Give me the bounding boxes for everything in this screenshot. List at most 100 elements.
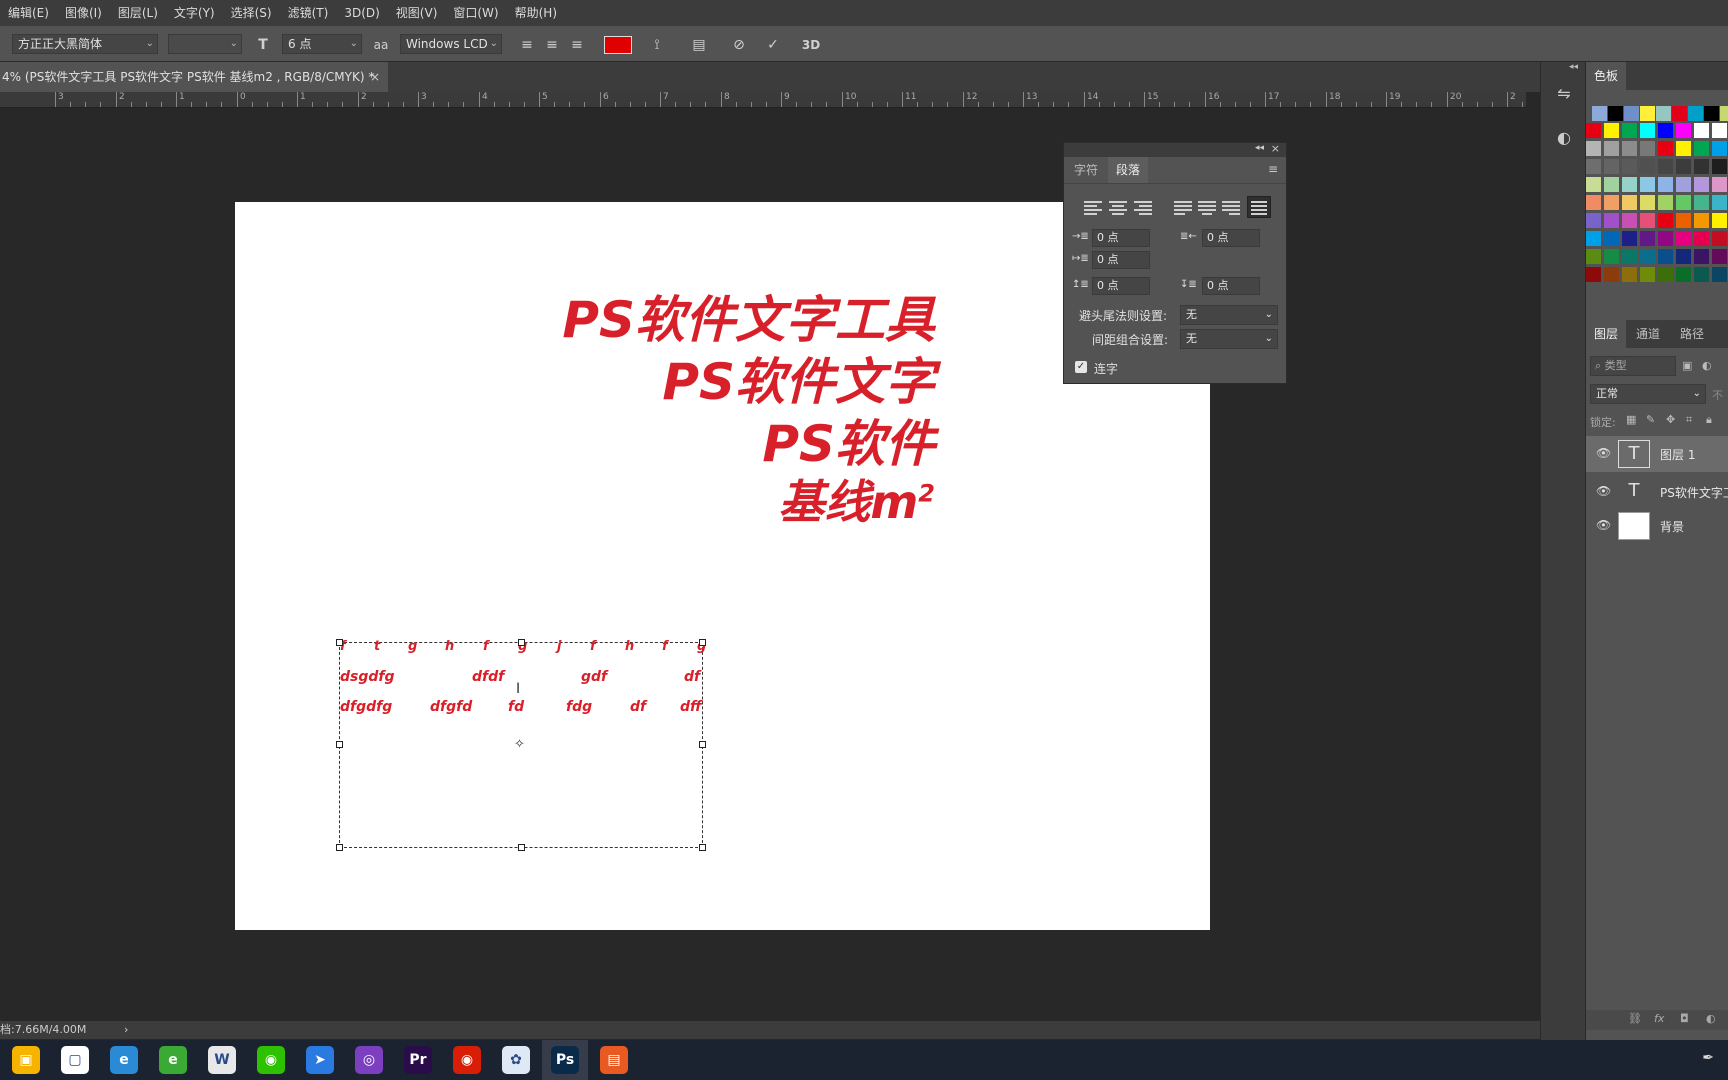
color-swatch[interactable]	[1712, 159, 1727, 174]
color-swatch[interactable]	[1586, 249, 1601, 264]
color-swatch[interactable]	[1640, 159, 1655, 174]
align-left-button[interactable]: ≡	[516, 34, 538, 56]
status-menu-arrow-icon[interactable]: ›	[124, 1021, 128, 1039]
align-center-icon[interactable]	[1109, 199, 1127, 215]
blend-mode-select[interactable]: 正常 ⌄	[1590, 384, 1706, 404]
color-swatch[interactable]	[1604, 177, 1619, 192]
color-swatch[interactable]	[1622, 141, 1637, 156]
resize-handle-bottom[interactable]	[518, 844, 525, 851]
color-swatch[interactable]	[1676, 249, 1691, 264]
color-swatch[interactable]	[1694, 231, 1709, 246]
adjustment-layer-icon[interactable]: ◐	[1706, 1012, 1716, 1025]
color-swatch[interactable]	[1640, 106, 1655, 121]
space-before-field[interactable]: 0 点	[1092, 277, 1150, 295]
taskbar-netease-music-icon[interactable]: ◉	[453, 1046, 481, 1074]
collapse-icon[interactable]: ◂◂	[1255, 143, 1264, 153]
character-panel-toggle-button[interactable]: ▤	[688, 34, 710, 56]
font-style-select[interactable]: ⌄	[168, 34, 242, 54]
font-family-select[interactable]: 方正正大黑简体 ⌄	[12, 34, 158, 54]
visibility-eye-icon[interactable]: 👁︎	[1596, 518, 1611, 532]
color-swatch[interactable]	[1694, 177, 1709, 192]
color-swatch[interactable]	[1658, 159, 1673, 174]
layer-row[interactable]: 👁︎ T PS软件文字工	[1586, 474, 1728, 510]
color-swatch[interactable]	[1608, 106, 1623, 121]
align-right-button[interactable]: ≡	[566, 34, 588, 56]
color-swatch[interactable]	[1622, 159, 1637, 174]
document-tab[interactable]: 4% (PS软件文字工具 PS软件文字 PS软件 基线m2 , RGB/8/CM…	[0, 62, 388, 92]
menu-select[interactable]: 选择(S)	[223, 0, 280, 26]
lock-artboard-icon[interactable]: ⌗	[1686, 413, 1692, 427]
collapse-icon[interactable]: ◂◂	[1569, 62, 1578, 72]
indent-first-line-field[interactable]: 0 点	[1092, 251, 1150, 269]
menu-layer[interactable]: 图层(L)	[110, 0, 166, 26]
color-swatch[interactable]	[1694, 195, 1709, 210]
color-swatch[interactable]	[1640, 141, 1655, 156]
color-swatch[interactable]	[1694, 141, 1709, 156]
layer-filter-field[interactable]: ⌕ 类型	[1590, 356, 1676, 376]
color-swatch[interactable]	[1712, 249, 1727, 264]
align-center-button[interactable]: ≡	[541, 34, 563, 56]
color-swatch[interactable]	[1676, 267, 1691, 282]
color-swatch[interactable]	[1676, 231, 1691, 246]
lock-position-icon[interactable]: ✥	[1666, 413, 1675, 426]
taskbar-feishu-icon[interactable]: ➤	[306, 1046, 334, 1074]
color-swatch[interactable]	[1712, 267, 1727, 282]
color-swatch[interactable]	[1592, 106, 1607, 121]
color-swatch[interactable]	[1622, 231, 1637, 246]
color-swatch[interactable]	[1676, 123, 1691, 138]
color-swatch[interactable]	[1658, 267, 1673, 282]
justify-last-right-icon[interactable]	[1222, 199, 1240, 215]
font-size-select[interactable]: 6 点 ⌄	[282, 34, 362, 54]
close-icon[interactable]: ×	[1271, 142, 1280, 155]
taskbar-bbb-icon[interactable]: ◎	[355, 1046, 383, 1074]
color-swatch[interactable]	[1586, 177, 1601, 192]
indent-left-field[interactable]: 0 点	[1092, 229, 1150, 247]
color-swatch[interactable]	[1688, 106, 1703, 121]
color-swatch[interactable]	[1694, 123, 1709, 138]
color-swatch[interactable]	[1640, 177, 1655, 192]
menu-window[interactable]: 窗口(W)	[445, 0, 506, 26]
lock-transparent-icon[interactable]: ▦	[1626, 413, 1636, 426]
kinsoku-select[interactable]: 无 ⌄	[1180, 305, 1278, 325]
menu-filter[interactable]: 滤镜(T)	[280, 0, 337, 26]
color-swatch[interactable]	[1712, 123, 1727, 138]
link-layers-icon[interactable]: ⛓︎	[1628, 1012, 1642, 1025]
color-swatch[interactable]	[1676, 141, 1691, 156]
layer-row[interactable]: 👁︎ 背景	[1586, 508, 1728, 544]
history-icon[interactable]: ⇋	[1552, 84, 1576, 108]
color-swatch[interactable]	[1676, 213, 1691, 228]
color-swatch[interactable]	[1712, 231, 1727, 246]
color-swatch[interactable]	[1676, 177, 1691, 192]
color-swatch[interactable]	[1676, 159, 1691, 174]
color-swatch[interactable]	[1622, 195, 1637, 210]
color-swatch[interactable]	[1622, 267, 1637, 282]
color-swatch[interactable]	[1604, 159, 1619, 174]
color-swatch[interactable]	[1604, 267, 1619, 282]
resize-handle-bottom-left[interactable]	[336, 844, 343, 851]
color-swatch[interactable]	[1658, 177, 1673, 192]
pen-icon[interactable]: ✒	[1702, 1050, 1714, 1066]
color-swatch[interactable]	[1586, 213, 1601, 228]
layer-mask-icon[interactable]: ◘	[1680, 1012, 1689, 1025]
color-swatch[interactable]	[1624, 106, 1639, 121]
color-swatch[interactable]	[1640, 195, 1655, 210]
menu-3d[interactable]: 3D(D)	[336, 0, 387, 26]
warp-text-button[interactable]: ⟟	[646, 34, 668, 56]
taskbar-premiere-icon[interactable]: Pr	[404, 1046, 432, 1074]
color-swatch[interactable]	[1604, 123, 1619, 138]
taskbar-wechat-icon[interactable]: ◉	[257, 1046, 285, 1074]
layer-row[interactable]: 👁︎ T 图层 1	[1586, 436, 1728, 472]
mojikumi-select[interactable]: 无 ⌄	[1180, 329, 1278, 349]
taskbar-baidu-netdisk-icon[interactable]: ✿	[502, 1046, 530, 1074]
space-after-field[interactable]: 0 点	[1202, 277, 1260, 295]
color-swatch[interactable]	[1672, 106, 1687, 121]
taskbar-browser360-icon[interactable]: e	[159, 1046, 187, 1074]
commit-check-icon[interactable]: ✓	[762, 34, 784, 56]
resize-handle-top-right[interactable]	[699, 639, 706, 646]
color-swatch[interactable]	[1586, 267, 1601, 282]
color-swatch[interactable]	[1604, 195, 1619, 210]
adjustments-icon[interactable]: ◐	[1552, 128, 1576, 152]
color-swatch[interactable]	[1694, 249, 1709, 264]
taskbar-office-icon[interactable]: ▤	[600, 1046, 628, 1074]
tab-paths[interactable]: 路径	[1672, 320, 1712, 348]
